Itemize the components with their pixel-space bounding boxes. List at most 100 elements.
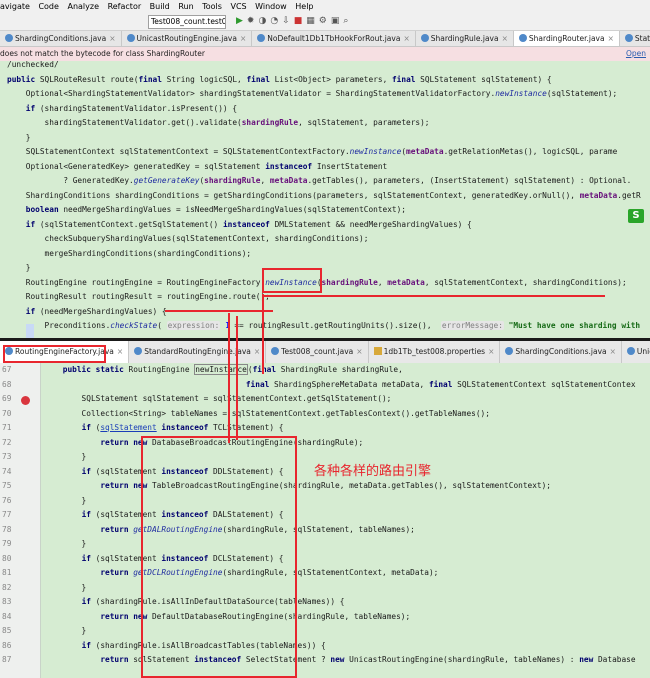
top-editor-tabs: ShardingConditions.java × UnicastRoutingEn… (0, 31, 650, 47)
breakpoint-icon[interactable] (21, 396, 30, 405)
menu-run[interactable]: Run (178, 2, 193, 11)
close-icon[interactable]: × (403, 34, 409, 43)
code-line: } (44, 495, 87, 505)
menu-navigate[interactable]: avigate (0, 2, 30, 11)
bytecode-warning-bar: does not match the bytecode for class Sh… (0, 47, 650, 61)
toolbar: Test008_count.test04 ▶✹◑◔⇩■▦⚙▣⌕ (0, 14, 650, 31)
java-file-icon (505, 347, 514, 355)
code-line: Collection<String> tableNames = sqlState… (44, 408, 490, 418)
code-lines: /unchecked/ public SQLRouteResult route(… (7, 61, 641, 334)
tab-standard-routing-engine[interactable]: StandardRoutingEngine.java × (129, 341, 267, 363)
stop-icon[interactable]: ■ (294, 16, 307, 26)
tab-unicast-routing-engine-2[interactable]: UnicastRoutingEngi (622, 341, 650, 363)
menu-bar: avigate Code Analyze Refactor Build Run … (0, 0, 650, 14)
line-numbers: 67 68 69 70 71 72 73 74 75 76 77 78 79 8… (2, 365, 12, 664)
code-line: ShardingConditions shardingConditions = … (7, 190, 641, 200)
code-line: return new TableBroadcastRoutingEngine(s… (100, 481, 551, 490)
tab-unicast-routing-engine[interactable]: UnicastRoutingEngine.java × (122, 31, 253, 46)
code-line: RoutingResult routingResult = routingEng… (7, 292, 270, 301)
code-line: if (sqlStatement instanceof TCLStatement… (81, 423, 284, 432)
tab-nodefault-hook[interactable]: NoDefault1Db1TbHookForRout.java × (252, 31, 416, 46)
java-file-icon (624, 34, 633, 42)
toolbar-icons: ▶✹◑◔⇩■▦⚙▣⌕ (236, 16, 352, 26)
close-icon[interactable]: × (488, 347, 494, 356)
code-line: } (44, 452, 87, 461)
newinstance-callout-box (262, 268, 322, 293)
settings-icon[interactable]: ⚙ (319, 16, 331, 26)
code-line: checkSubqueryShardingValues(sqlStatement… (7, 234, 369, 243)
routing-engine-factory-tab-highlight (3, 345, 106, 363)
java-file-icon (126, 34, 135, 42)
structure-icon[interactable]: ▦ (306, 16, 319, 26)
tab-sharding-rule[interactable]: ShardingRule.java × (416, 31, 514, 46)
coverage-icon[interactable]: ◑ (258, 16, 270, 26)
code-lines: public static RoutingEngine newInstance(… (44, 363, 636, 668)
warning-text: does not match the bytecode for class Sh… (0, 49, 205, 58)
code-line: if (shardingStatementValidator.isPresent… (25, 103, 238, 113)
line-number-gutter[interactable]: 67 68 69 70 71 72 73 74 75 76 77 78 79 8… (0, 363, 41, 678)
java-file-icon (134, 347, 143, 355)
menu-analyze[interactable]: Analyze (67, 2, 99, 11)
properties-file-icon (373, 347, 382, 355)
run-icon[interactable]: ▶ (236, 16, 247, 26)
menu-vcs[interactable]: VCS (230, 2, 246, 11)
java-file-icon (420, 34, 429, 42)
project-icon[interactable]: ▣ (331, 16, 344, 26)
close-icon[interactable]: × (610, 347, 616, 356)
tab-sharding-conditions-2[interactable]: ShardingConditions.java × (500, 341, 622, 363)
route-call-underline (165, 310, 273, 312)
java-file-icon (626, 347, 635, 355)
routing-engines-highlight-box (141, 436, 297, 678)
close-icon[interactable]: × (240, 34, 246, 43)
code-line: boolean needMergeShardingValues = isNeed… (25, 205, 407, 214)
tab-sharding-router[interactable]: ShardingRouter.java × (513, 31, 620, 46)
code-line: } (7, 132, 31, 142)
java-file-icon (257, 34, 266, 42)
menu-build[interactable]: Build (150, 2, 170, 11)
open-link[interactable]: Open (626, 47, 646, 61)
code-line: shardingStatementValidator.get().validat… (7, 118, 430, 127)
menu-tools[interactable]: Tools (202, 2, 222, 11)
code-line: SQLStatementContext sqlStatementContext … (7, 147, 618, 156)
menu-window[interactable]: Window (255, 2, 287, 11)
close-icon[interactable]: × (117, 347, 123, 356)
code-line: public static RoutingEngine newInstance(… (62, 364, 403, 375)
tab-sharding-conditions[interactable]: ShardingConditions.java × (0, 31, 122, 46)
code-line: SQLStatement sqlStatement = sqlStatement… (44, 394, 392, 403)
connector-line (236, 316, 238, 440)
newinstance-underline (263, 295, 605, 297)
build-icon[interactable]: ⇩ (282, 16, 294, 26)
close-icon[interactable]: × (254, 347, 260, 356)
tab-test008-count[interactable]: Test008_count.java × (266, 341, 369, 363)
search-icon[interactable]: ⌕ (343, 16, 352, 26)
close-icon[interactable]: × (608, 34, 614, 43)
code-line: ? GeneratedKey.getGenerateKey(shardingRu… (7, 176, 632, 185)
code-line: } (44, 539, 87, 548)
close-icon[interactable]: × (109, 34, 115, 43)
code-line: if (sqlStatementContext.getSqlStatement(… (25, 219, 472, 229)
tab-statement-routing[interactable]: StatementRouting (620, 31, 650, 46)
menu-refactor[interactable]: Refactor (108, 2, 142, 11)
tab-properties-file[interactable]: 1db1Tb_test008.properties × (369, 341, 501, 363)
code-editor-routing-engine-factory[interactable]: 67 68 69 70 71 72 73 74 75 76 77 78 79 8… (0, 363, 650, 678)
code-line: mergeShardingConditions(shardingConditio… (7, 248, 252, 258)
java-file-icon (518, 34, 527, 42)
ime-icon[interactable]: S (628, 209, 644, 223)
code-line: public SQLRouteResult route(final String… (7, 74, 552, 84)
menu-help[interactable]: Help (295, 2, 313, 11)
code-line: Optional<ShardingStatementValidator> sha… (7, 89, 618, 98)
connector-line (262, 294, 264, 374)
java-file-icon (5, 34, 13, 42)
code-line: return sqlStatement instanceof SelectSta… (100, 655, 636, 664)
profile-icon[interactable]: ◔ (270, 16, 282, 26)
debug-icon[interactable]: ✹ (247, 16, 259, 26)
close-icon[interactable]: × (356, 347, 362, 356)
code-line: Optional<GeneratedKey> generatedKey = sq… (7, 161, 388, 171)
run-config-select[interactable]: Test008_count.test04 (148, 15, 226, 29)
menu-code[interactable]: Code (38, 2, 58, 11)
close-icon[interactable]: × (502, 34, 508, 43)
code-line: if (needMergeShardingValues) { (25, 306, 167, 316)
java-file-icon (271, 347, 280, 355)
code-line: /unchecked/ (7, 61, 59, 69)
connector-line (228, 313, 230, 443)
